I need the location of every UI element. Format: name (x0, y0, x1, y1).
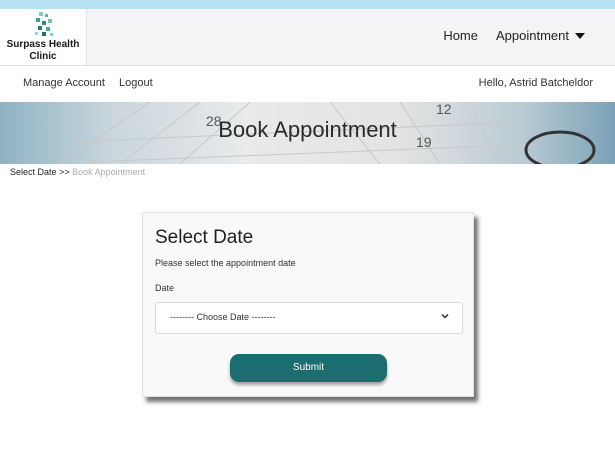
logout-link[interactable]: Logout (119, 77, 153, 89)
page-banner: 28 12 19 Book Appointment (0, 102, 615, 164)
clinic-logo[interactable]: Surpass Health Clinic (0, 9, 87, 65)
caret-down-icon (575, 32, 585, 39)
chevron-down-icon (441, 313, 449, 319)
submit-button[interactable]: Submit (230, 354, 387, 382)
nav-appointment-dropdown[interactable]: Appointment (496, 28, 585, 43)
nav-home[interactable]: Home (443, 28, 478, 43)
clinic-name-line2: Clinic (29, 51, 57, 62)
date-label: Date (155, 283, 175, 293)
nav-appointment-label: Appointment (496, 28, 569, 43)
user-greeting: Hello, Astrid Batcheldor (478, 77, 593, 89)
clinic-name-line1: Surpass Health (6, 39, 80, 50)
logo-mark-icon (35, 12, 53, 36)
page-title: Book Appointment (218, 117, 397, 142)
date-select-value: -------- Choose Date -------- (170, 312, 276, 322)
breadcrumb: Select Date >> Book Appointment (10, 167, 145, 177)
top-accent-bar (0, 0, 615, 9)
account-bar: Manage Account Logout Hello, Astrid Batc… (0, 66, 615, 102)
clinic-name: Surpass Health Clinic (0, 39, 86, 63)
card-subtitle: Please select the appointment date (155, 258, 296, 268)
site-header: Surpass Health Clinic Home Appointment (0, 9, 615, 66)
manage-account-link[interactable]: Manage Account (23, 77, 105, 89)
breadcrumb-select-date[interactable]: Select Date >> (10, 167, 70, 177)
date-select[interactable]: -------- Choose Date -------- (155, 302, 463, 334)
select-date-card: Select Date Please select the appointmen… (142, 212, 474, 397)
main-nav: Home Appointment (443, 28, 585, 43)
breadcrumb-book-appointment: Book Appointment (72, 167, 146, 177)
svg-text:12: 12 (436, 102, 452, 117)
card-title: Select Date (155, 227, 254, 248)
